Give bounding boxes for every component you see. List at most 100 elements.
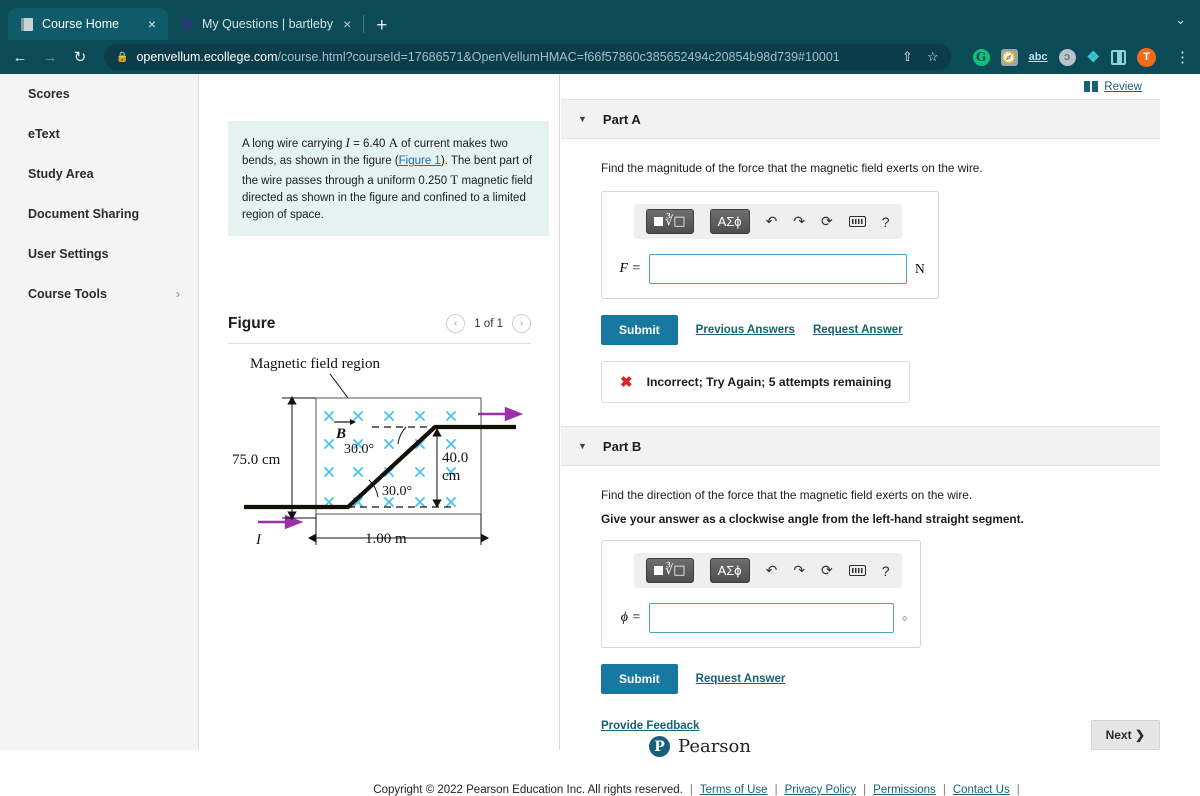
greek-symbols-button[interactable]: ΑΣϕ — [709, 558, 750, 583]
back-button[interactable]: ← — [6, 43, 34, 71]
lock-icon: 🔒 — [116, 51, 129, 63]
reset-icon[interactable]: ⟳ — [821, 562, 833, 579]
magnetic-field-diagram: Magnetic field region B 30.0° 30.0° 75.0… — [232, 356, 523, 548]
contact-us-link[interactable]: Contact Us — [953, 784, 1010, 796]
help-icon[interactable]: ? — [882, 214, 890, 230]
tab-divider — [363, 15, 365, 33]
problem-statement: A long wire carrying I = 6.40 A of curre… — [228, 121, 549, 237]
review-link[interactable]: Review — [1084, 81, 1142, 93]
help-icon[interactable]: ? — [882, 563, 890, 579]
template-icon[interactable]: ∛□ — [646, 209, 694, 234]
part-b-variable-label: ϕ = — [620, 610, 641, 625]
close-icon[interactable]: × — [146, 16, 158, 32]
pearson-wordmark: Pearson — [678, 736, 751, 757]
puzzle-gray-extension-icon[interactable]: 🧭 — [1000, 48, 1018, 66]
sidebar-item-label: Document Sharing — [28, 207, 140, 221]
part-a-question: Find the magnitude of the force that the… — [601, 161, 983, 175]
undo-icon[interactable]: ↶ — [766, 213, 778, 230]
browser-window: Course Home × b My Questions | bartleby … — [0, 0, 1200, 796]
browser-menu-icon[interactable]: ⋮ — [1167, 48, 1190, 66]
redo-icon[interactable]: ↷ — [793, 213, 805, 230]
greek-symbols-button[interactable]: ΑΣϕ — [709, 209, 750, 234]
sidebar-item-course-tools[interactable]: Course Tools › — [0, 274, 198, 314]
svg-text:I: I — [255, 532, 262, 548]
part-a-feedback-banner: ✖ Incorrect; Try Again; 5 attempts remai… — [601, 361, 911, 403]
tab-strip: Course Home × b My Questions | bartleby … — [0, 0, 1200, 40]
part-b-header[interactable]: ▼ Part B — [561, 426, 1160, 466]
sidebar-item-document-sharing[interactable]: Document Sharing — [0, 194, 198, 234]
part-b-submit-button[interactable]: Submit — [601, 664, 678, 694]
redo-icon[interactable]: ↷ — [793, 562, 805, 579]
template-icon[interactable]: ∛□ — [646, 558, 694, 583]
figure-image: Magnetic field region B 30.0° 30.0° 75.0… — [200, 352, 559, 567]
chevron-down-icon[interactable]: ⌄ — [1175, 12, 1186, 28]
privacy-policy-link[interactable]: Privacy Policy — [785, 784, 857, 796]
part-a-variable-label: F = — [619, 261, 642, 276]
divider: | — [942, 784, 946, 796]
divider: | — [863, 784, 867, 796]
forward-button[interactable]: → — [36, 43, 64, 71]
svg-text:1.00 m: 1.00 m — [365, 531, 407, 547]
grammarly-extension-icon[interactable]: G — [972, 48, 990, 66]
bookmark-star-icon[interactable]: ☆ — [927, 49, 939, 65]
browser-tab-bartleby[interactable]: b My Questions | bartleby × — [168, 8, 363, 40]
browser-tab-course-home[interactable]: Course Home × — [8, 8, 168, 40]
part-a-header[interactable]: ▼ Part A — [561, 99, 1160, 139]
part-a-previous-answers-link[interactable]: Previous Answers — [696, 324, 795, 336]
sidebar-item-label: Course Tools — [28, 287, 107, 301]
keyboard-icon[interactable] — [848, 565, 866, 576]
undo-icon[interactable]: ↶ — [766, 562, 778, 579]
part-b-input-row: ϕ = ○ — [615, 603, 907, 633]
part-b-math-toolbar: ∛□ ΑΣϕ ↶ ↷ ⟳ ? — [634, 553, 902, 588]
sidebar-item-scores[interactable]: Scores — [0, 74, 198, 114]
c-extension-icon[interactable]: ↄ — [1058, 48, 1076, 66]
part-b-answer-input[interactable] — [649, 603, 894, 633]
part-a-answer-input[interactable] — [649, 254, 907, 284]
part-b-emphasis: Give your answer as a clockwise angle fr… — [601, 512, 1024, 526]
sidebar-item-study-area[interactable]: Study Area — [0, 154, 198, 194]
keyboard-icon[interactable] — [848, 216, 866, 227]
svg-text:B: B — [335, 426, 346, 442]
part-a-unit: N — [915, 261, 925, 276]
part-a-request-answer-link[interactable]: Request Answer — [813, 324, 903, 336]
pearson-logo-icon: P — [649, 736, 671, 757]
sidebar-item-label: User Settings — [28, 247, 109, 261]
extensions-puzzle-icon[interactable]: ❖ — [1087, 49, 1100, 66]
sidebar-item-label: Study Area — [28, 167, 94, 181]
part-a-submit-button[interactable]: Submit — [601, 315, 678, 345]
part-b-answer-box: ∛□ ΑΣϕ ↶ ↷ ⟳ ? ϕ = ○ — [601, 540, 922, 648]
profile-avatar[interactable]: T — [1137, 47, 1156, 67]
new-tab-button[interactable]: + — [370, 16, 397, 40]
svg-text:Magnetic field region: Magnetic field region — [250, 356, 380, 372]
address-bar[interactable]: 🔒 openvellum.ecollege.com/course.html?co… — [104, 44, 951, 70]
sidebar-item-user-settings[interactable]: User Settings — [0, 234, 198, 274]
divider: | — [1016, 784, 1020, 796]
review-label: Review — [1104, 80, 1142, 93]
reload-button[interactable]: ↻ — [66, 43, 94, 71]
chevron-right-icon: › — [176, 287, 180, 301]
caret-down-icon[interactable]: ▼ — [578, 114, 587, 124]
part-a-answer-box: ∛□ ΑΣϕ ↶ ↷ ⟳ ? F = N — [601, 191, 939, 299]
svg-text:75.0 cm: 75.0 cm — [232, 452, 281, 468]
abc-spellcheck-icon[interactable]: abc — [1029, 49, 1048, 66]
share-icon[interactable]: ⇧ — [902, 49, 913, 65]
reading-list-panel-icon[interactable] — [1111, 49, 1126, 65]
problem-text-1: A long wire carrying — [242, 138, 346, 150]
terms-of-use-link[interactable]: Terms of Use — [700, 784, 768, 796]
part-b-body: Find the direction of the force that the… — [561, 466, 1200, 694]
figure-next-button[interactable]: › — [512, 314, 531, 334]
figure-1-link[interactable]: Figure 1 — [399, 155, 441, 167]
close-icon[interactable]: × — [341, 16, 353, 32]
browser-toolbar: ← → ↻ 🔒 openvellum.ecollege.com/course.h… — [0, 40, 1200, 74]
part-a-body: Find the magnitude of the force that the… — [561, 139, 1200, 403]
part-b-request-answer-link[interactable]: Request Answer — [696, 673, 786, 685]
book-icon — [20, 17, 34, 31]
figure-prev-button[interactable]: ‹ — [446, 314, 466, 334]
caret-down-icon[interactable]: ▼ — [578, 441, 587, 451]
sidebar-item-etext[interactable]: eText — [0, 114, 198, 154]
permissions-link[interactable]: Permissions — [873, 784, 936, 796]
bartleby-b-icon: b — [181, 14, 193, 33]
provide-feedback-link[interactable]: Provide Feedback — [601, 720, 699, 732]
reset-icon[interactable]: ⟳ — [821, 213, 833, 230]
tab-title: Course Home — [42, 17, 120, 31]
